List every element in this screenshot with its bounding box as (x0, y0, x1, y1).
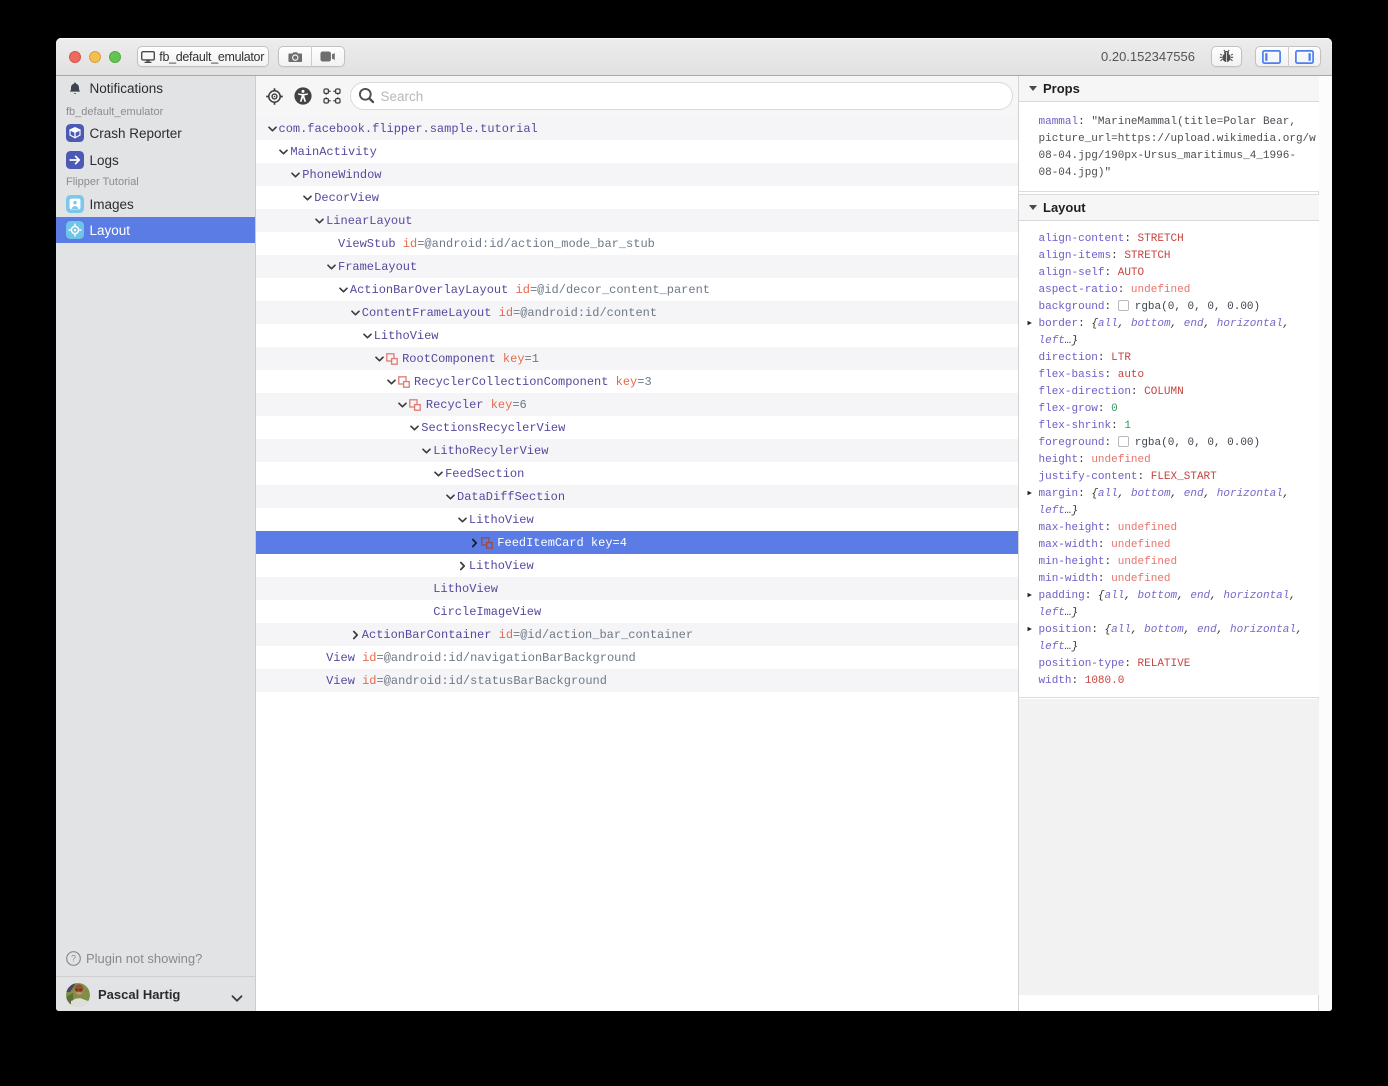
svg-text:?: ? (71, 954, 76, 964)
